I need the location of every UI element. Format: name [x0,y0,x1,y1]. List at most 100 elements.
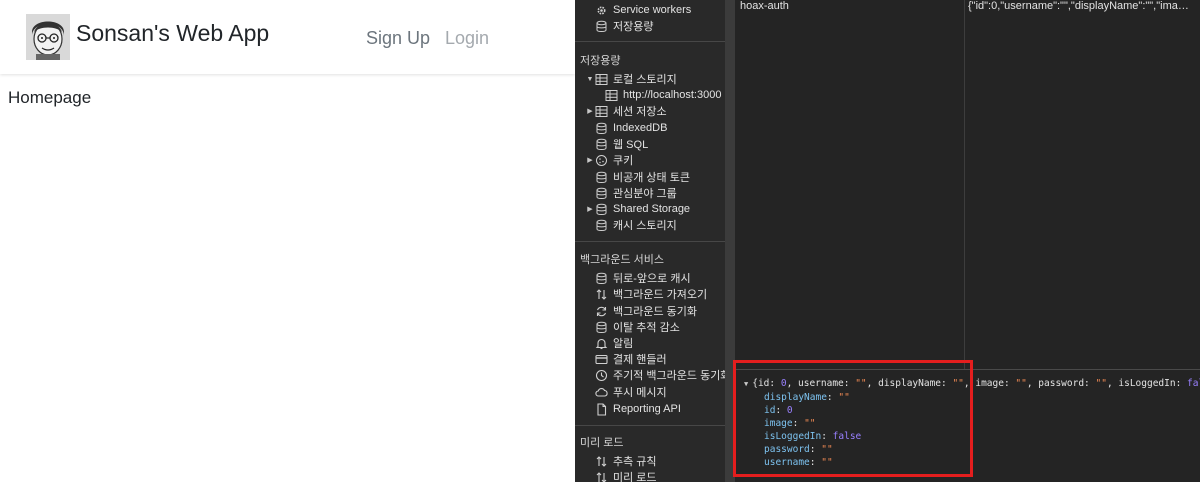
sidebar-item-label: IndexedDB [613,122,668,134]
sidebar-item-bounce-tracking[interactable]: 이탈 추적 감소 [595,319,680,335]
summary-text: {id: [752,378,781,389]
summary-text: , password: [1026,378,1096,389]
app-title[interactable]: Sonsan's Web App [76,20,269,47]
value-preview: ▼ {id: 0, username: "", displayName: "", … [735,370,1200,482]
column-divider[interactable] [964,0,965,369]
sidebar-item-background-sync[interactable]: 백그라운드 동기화 [595,303,697,319]
sidebar-item-label: Service workers [613,4,692,16]
sidebar-item-label: http://localhost:3000 [623,89,722,101]
object-summary[interactable]: ▼ {id: 0, username: "", displayName: "", … [744,378,1200,389]
sidebar-item-localhost[interactable]: http://localhost:3000 [605,87,721,103]
database-icon [595,272,608,285]
sidebar-item-storage[interactable]: 저장용량 [595,18,653,34]
summary-string: "" [1015,378,1027,389]
property-key: displayName [764,392,827,403]
sidebar-item-label: 관심분야 그룹 [613,188,677,200]
signup-link[interactable]: Sign Up [366,28,430,49]
database-icon [595,20,608,33]
summary-text: , isLoggedIn: [1106,378,1188,389]
document-icon [595,402,608,416]
expanded-triangle-icon[interactable]: ▼ [744,380,748,388]
database-icon [595,138,608,151]
table-icon [595,105,608,118]
object-property[interactable]: isLoggedIn: false [764,431,861,442]
clock-icon [595,369,608,382]
sidebar-divider [575,41,725,42]
sidebar-item-private-state-tokens[interactable]: 비공개 상태 토큰 [595,169,690,185]
section-title-storage: 저장용량 [580,55,621,67]
summary-bool: false [1187,378,1200,389]
database-icon [595,219,608,232]
sidebar-item-cookies[interactable]: ▶ 쿠키 [585,152,633,168]
storage-table: hoax-auth {"id":0,"username":"","display… [735,0,1200,369]
sidebar-item-session-storage[interactable]: ▶ 세션 저장소 [585,103,667,119]
login-link[interactable]: Login [445,28,489,49]
cloud-icon [595,386,608,399]
database-icon [595,187,608,200]
collapsed-triangle-icon[interactable]: ▶ [585,107,595,115]
property-value: "" [821,444,833,455]
object-property[interactable]: image: "" [764,418,816,429]
sidebar-item-label: 이탈 추적 감소 [613,322,680,334]
property-value: false [832,431,862,442]
sidebar-item-periodic-background-sync[interactable]: 주기적 백그라운드 동기화 [595,367,725,383]
sidebar-item-notifications[interactable]: 알림 [595,335,633,351]
sidebar-item-label: 백그라운드 가져오기 [613,289,708,301]
sidebar-item-cache-storage[interactable]: 캐시 스토리지 [595,217,677,233]
summary-string: "" [952,378,964,389]
property-value: 0 [786,405,793,416]
property-key: username [764,457,810,468]
property-key: isLoggedIn [764,431,822,442]
arrows-updown-icon [595,455,608,468]
sidebar-item-label: Reporting API [613,403,681,415]
table-cell-key[interactable]: hoax-auth [740,0,960,12]
app-navbar: Sonsan's Web App Sign Up Login [0,0,575,74]
sidebar-item-web-sql[interactable]: 웹 SQL [595,136,648,152]
sidebar-item-label: 미리 로드 [613,472,657,482]
sidebar-item-label: 세션 저장소 [613,106,667,118]
sidebar-item-payment-handler[interactable]: 결제 핸들러 [595,351,667,367]
summary-string: "" [1095,378,1107,389]
sync-icon [595,305,608,318]
section-title-preload: 미리 로드 [580,437,624,449]
bell-icon [595,337,608,350]
sidebar-item-label: 캐시 스토리지 [613,220,677,232]
expanded-triangle-icon[interactable]: ▼ [585,76,595,83]
database-icon [595,171,608,184]
sidebar-item-push-messaging[interactable]: 푸시 메시지 [595,384,667,400]
sidebar-item-label: 결제 핸들러 [613,354,667,366]
object-property[interactable]: password: "" [764,444,833,455]
sidebar-item-preloads[interactable]: 미리 로드 [595,469,657,482]
sidebar-item-indexeddb[interactable]: IndexedDB [595,120,667,136]
sidebar-item-label: 백그라운드 동기화 [613,306,698,318]
object-property[interactable]: username: "" [764,457,833,468]
database-icon [595,203,608,216]
sidebar-item-reporting-api[interactable]: Reporting API [595,401,681,417]
sidebar-item-bfcache[interactable]: 뒤로-앞으로 캐시 [595,270,691,286]
sidebar-item-speculation-rules[interactable]: 추측 규칙 [595,453,657,469]
sidebar-item-label: 뒤로-앞으로 캐시 [613,273,691,285]
app-logo[interactable] [26,14,70,60]
section-title-background-services: 백그라운드 서비스 [580,254,665,266]
arrows-updown-icon [595,471,608,482]
sidebar-item-label: 비공개 상태 토큰 [613,172,690,184]
sidebar-item-interest-groups[interactable]: 관심분야 그룹 [595,185,677,201]
table-cell-value[interactable]: {"id":0,"username":"","displayName":"","… [968,0,1193,12]
collapsed-triangle-icon[interactable]: ▶ [585,156,595,164]
panel-splitter[interactable] [725,0,735,482]
object-property[interactable]: id: 0 [764,405,793,416]
sidebar-item-label: Shared Storage [613,203,691,215]
card-icon [595,353,608,366]
sidebar-item-label: 웹 SQL [613,139,649,151]
summary-text: , image: [963,378,1016,389]
sidebar-item-shared-storage[interactable]: ▶ Shared Storage [585,201,690,217]
property-value: "" [821,457,833,468]
sidebar-item-service-workers[interactable]: Service workers [595,2,691,18]
sidebar-item-local-storage[interactable]: ▼ 로컬 스토리지 [585,71,677,87]
gear-icon [595,4,608,17]
database-icon [595,321,608,334]
object-property[interactable]: displayName: "" [764,392,850,403]
property-key: id [764,405,776,416]
collapsed-triangle-icon[interactable]: ▶ [585,205,595,213]
sidebar-item-background-fetch[interactable]: 백그라운드 가져오기 [595,286,707,302]
